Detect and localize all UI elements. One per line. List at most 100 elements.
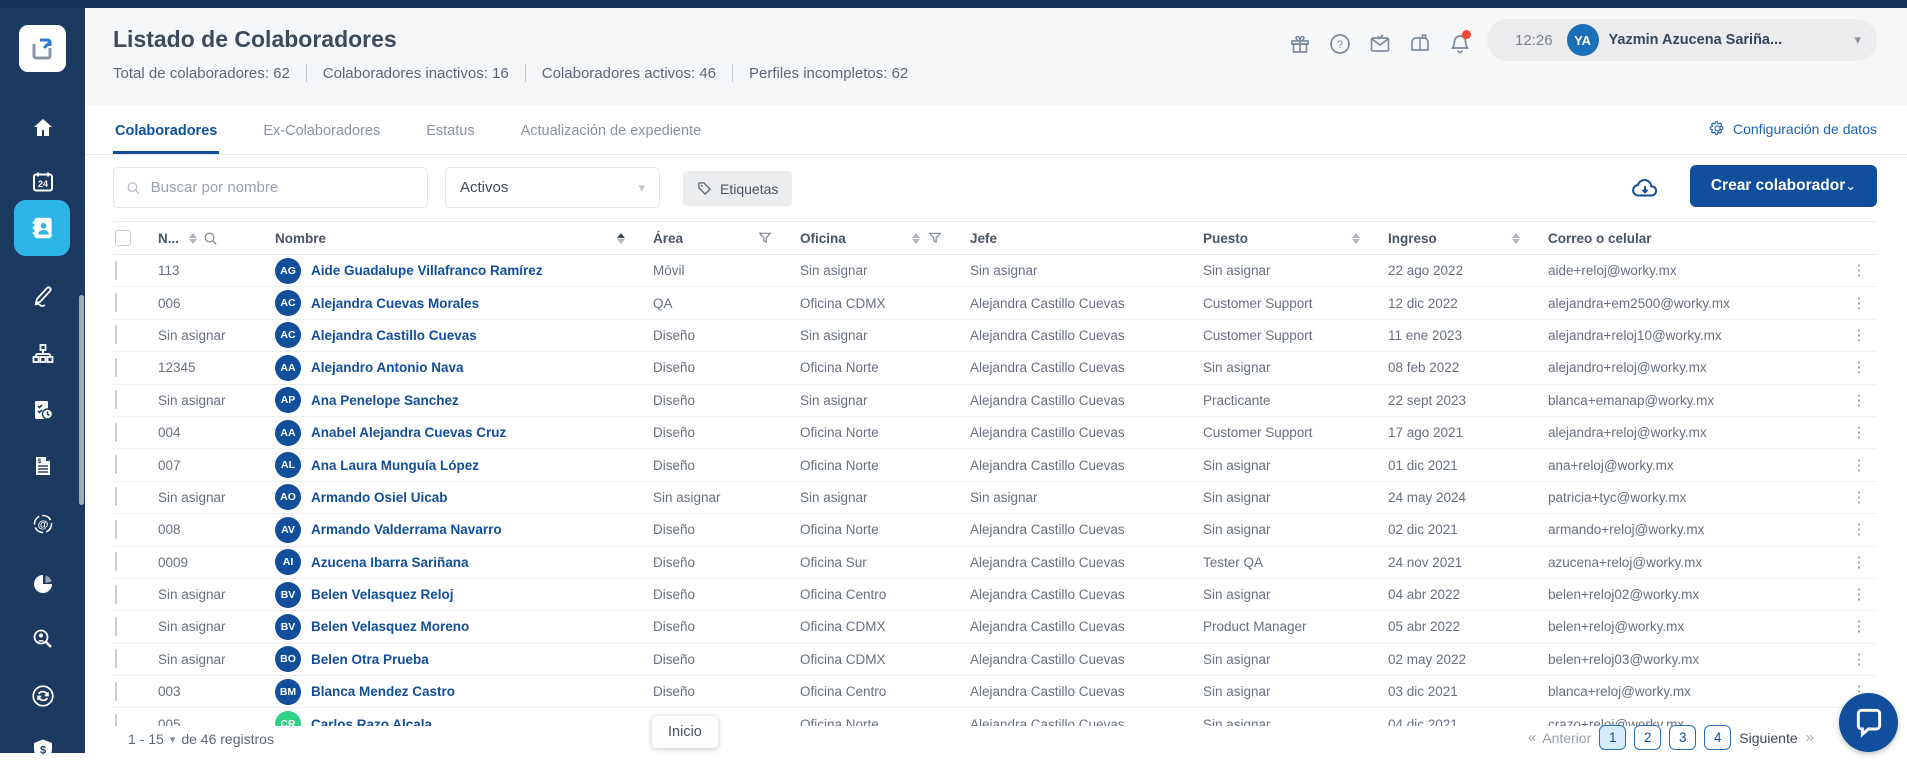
row-menu-button[interactable]: ⋮ — [1841, 592, 1877, 597]
filter-area-icon[interactable] — [758, 231, 772, 245]
row-menu-button[interactable]: ⋮ — [1841, 624, 1877, 629]
svg-text:$: $ — [39, 745, 45, 757]
table-row: 113 AG Aide Guadalupe Villafranco Ramíre… — [113, 255, 1877, 287]
create-collaborator-button[interactable]: Crear colaborador⌄ — [1690, 165, 1877, 207]
row-checkbox[interactable] — [115, 617, 117, 636]
tags-button[interactable]: Etiquetas — [683, 171, 792, 206]
row-checkbox[interactable] — [115, 358, 117, 377]
next-page-button[interactable]: Siguiente — [1739, 730, 1797, 746]
sort-position-icon[interactable] — [1352, 233, 1360, 244]
cell-position: Customer Support — [1203, 328, 1388, 343]
row-menu-button[interactable]: ⋮ — [1841, 430, 1877, 435]
sidebar-item-calendar[interactable]: 24 — [0, 158, 85, 206]
collaborator-name-link[interactable]: Ana Laura Munguía López — [311, 458, 479, 473]
collaborator-name-link[interactable]: Belen Otra Prueba — [311, 652, 429, 667]
row-menu-button[interactable]: ⋮ — [1841, 268, 1877, 273]
table-row: Sin asignar AC Alejandra Castillo Cuevas… — [113, 320, 1877, 352]
user-menu[interactable]: 12:26 YA Yazmin Azucena Sariña... ▾ — [1487, 19, 1877, 61]
sort-hired-icon[interactable] — [1512, 233, 1520, 244]
sort-name-icon[interactable] — [617, 233, 625, 244]
data-config-link[interactable]: Configuración de datos — [1709, 120, 1877, 137]
first-page-icon[interactable]: « — [1528, 729, 1534, 746]
collaborator-name-link[interactable]: Armando Valderrama Navarro — [311, 522, 502, 537]
gift-icon[interactable] — [1288, 32, 1312, 56]
sidebar-item-recruitment[interactable] — [0, 616, 85, 664]
page-button-2[interactable]: 2 — [1634, 725, 1661, 750]
page-button-3[interactable]: 3 — [1669, 725, 1696, 750]
row-menu-button[interactable]: ⋮ — [1841, 560, 1877, 565]
sidebar-item-payroll[interactable]: $ — [0, 442, 85, 490]
row-checkbox[interactable] — [115, 455, 117, 474]
filter-office-icon[interactable] — [928, 231, 942, 245]
row-checkbox[interactable] — [115, 390, 117, 409]
sidebar-item-org-chart[interactable] — [0, 330, 85, 378]
row-checkbox[interactable] — [115, 423, 117, 442]
collaborator-name-link[interactable]: Armando Osiel Uicab — [311, 490, 448, 505]
row-checkbox[interactable] — [115, 682, 117, 701]
tab-estatus[interactable]: Estatus — [424, 109, 476, 154]
row-menu-button[interactable]: ⋮ — [1841, 657, 1877, 662]
collaborator-name-link[interactable]: Ana Penelope Sanchez — [311, 393, 459, 408]
sidebar-scrollbar[interactable] — [79, 295, 84, 505]
session-time: 12:26 — [1515, 32, 1553, 49]
sidebar-item-processes[interactable] — [0, 672, 85, 720]
row-checkbox[interactable] — [115, 325, 117, 344]
search-input[interactable] — [151, 179, 415, 196]
last-page-icon[interactable]: » — [1806, 729, 1812, 746]
col-num: N... — [158, 231, 179, 246]
row-menu-button[interactable]: ⋮ — [1841, 365, 1877, 370]
status-filter-select[interactable]: Activos ▾ — [445, 167, 660, 208]
sidebar-item-benefits[interactable]: $ — [0, 726, 85, 774]
sidebar-item-reports[interactable] — [0, 560, 85, 608]
row-checkbox[interactable] — [115, 585, 117, 604]
cell-office: Sin asignar — [800, 263, 970, 278]
table-row: 007 AL Ana Laura Munguía López Diseño Of… — [113, 449, 1877, 481]
app-logo[interactable] — [19, 25, 66, 72]
row-checkbox[interactable] — [115, 261, 117, 280]
records-range[interactable]: 1 - 15 ▾ de 46 registros — [128, 731, 274, 747]
row-menu-button[interactable]: ⋮ — [1841, 527, 1877, 532]
row-checkbox[interactable] — [115, 552, 117, 571]
row-menu-button[interactable]: ⋮ — [1841, 398, 1877, 403]
tab-colaboradores[interactable]: Colaboradores — [113, 109, 219, 154]
row-menu-button[interactable]: ⋮ — [1841, 463, 1877, 468]
row-checkbox[interactable] — [115, 520, 117, 539]
sort-office-icon[interactable] — [912, 233, 920, 244]
download-cloud-icon[interactable] — [1630, 173, 1660, 203]
cell-num: 113 — [158, 263, 275, 278]
sidebar-item-signature[interactable] — [0, 272, 85, 320]
collaborator-name-link[interactable]: Alejandro Antonio Nava — [311, 360, 464, 375]
tab-ex-colaboradores[interactable]: Ex-Colaboradores — [261, 109, 382, 154]
row-checkbox[interactable] — [115, 293, 117, 312]
collaborator-name-link[interactable]: Anabel Alejandra Cuevas Cruz — [311, 425, 506, 440]
collaborator-name-link[interactable]: Alejandra Castillo Cuevas — [311, 328, 477, 343]
collaborator-name-link[interactable]: Aide Guadalupe Villafranco Ramírez — [311, 263, 543, 278]
sidebar-item-digital-signature[interactable]: @ — [0, 500, 85, 548]
row-menu-button[interactable]: ⋮ — [1841, 301, 1877, 306]
sidebar-item-home[interactable] — [0, 104, 85, 152]
collaborator-name-link[interactable]: Blanca Mendez Castro — [311, 684, 455, 699]
tab-actualizaci-n-de-expediente[interactable]: Actualización de expediente — [519, 109, 704, 154]
prev-page-button[interactable]: Anterior — [1542, 730, 1591, 746]
collaborator-name-link[interactable]: Belen Velasquez Moreno — [311, 619, 469, 634]
column-search-icon[interactable] — [203, 231, 218, 246]
collaborator-name-link[interactable]: Alejandra Cuevas Morales — [311, 296, 479, 311]
sidebar-item-attendance[interactable] — [0, 386, 85, 434]
row-menu-button[interactable]: ⋮ — [1841, 495, 1877, 500]
sort-num-icon[interactable] — [189, 233, 197, 244]
collaborator-name-link[interactable]: Azucena Ibarra Sariñana — [311, 555, 469, 570]
bell-icon[interactable] — [1448, 32, 1472, 56]
collaborator-name-link[interactable]: Belen Velasquez Reloj — [311, 587, 454, 602]
sidebar-item-collaborators[interactable] — [0, 204, 85, 252]
row-checkbox[interactable] — [115, 487, 117, 506]
mailbox-icon[interactable] — [1408, 32, 1432, 56]
help-icon[interactable]: ? — [1328, 32, 1352, 56]
cell-boss: Alejandra Castillo Cuevas — [970, 425, 1203, 440]
select-all-checkbox[interactable] — [115, 230, 131, 246]
row-menu-button[interactable]: ⋮ — [1841, 333, 1877, 338]
mail-icon[interactable] — [1368, 32, 1392, 56]
page-button-4[interactable]: 4 — [1704, 725, 1731, 750]
page-button-1[interactable]: 1 — [1599, 725, 1626, 750]
row-checkbox[interactable] — [115, 649, 117, 668]
chat-launcher[interactable] — [1839, 693, 1898, 752]
